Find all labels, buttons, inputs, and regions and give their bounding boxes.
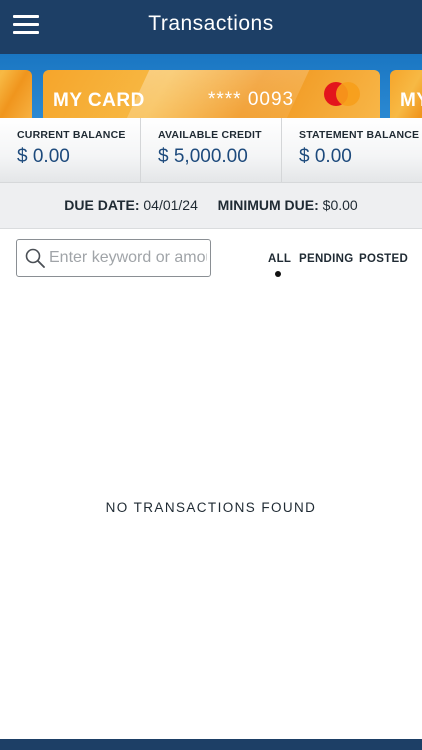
current-balance-value: $ 0.00 bbox=[17, 146, 70, 167]
statement-balance-value: $ 0.00 bbox=[299, 146, 352, 167]
available-credit-label: AVAILABLE CREDIT bbox=[158, 129, 262, 141]
empty-state-message: NO TRANSACTIONS FOUND bbox=[105, 500, 317, 515]
minimum-due-label: MINIMUM DUE: bbox=[217, 197, 319, 213]
filter-tabs: ALL PENDING POSTED bbox=[0, 253, 422, 283]
card-carousel[interactable]: MY CARD **** 0093 MY bbox=[0, 54, 422, 118]
app-header: Transactions bbox=[0, 0, 422, 54]
available-credit: AVAILABLE CREDIT $ 5,000.00 bbox=[140, 118, 281, 182]
statement-balance: STATEMENT BALANCE $ 0.00 bbox=[281, 118, 422, 182]
card-name-partial: MY bbox=[400, 90, 422, 111]
card-left-partial[interactable] bbox=[0, 70, 32, 118]
due-date-value: 04/01/24 bbox=[143, 197, 198, 213]
mastercard-logo-icon bbox=[324, 82, 360, 106]
card-main[interactable]: MY CARD **** 0093 bbox=[43, 70, 380, 118]
balance-summary: CURRENT BALANCE $ 0.00 AVAILABLE CREDIT … bbox=[0, 118, 422, 183]
statement-balance-label: STATEMENT BALANCE bbox=[299, 129, 420, 141]
filter-tab-all[interactable]: ALL bbox=[268, 253, 291, 265]
minimum-due-value: $0.00 bbox=[322, 197, 358, 213]
selected-filter-indicator bbox=[275, 271, 281, 277]
bottom-bar bbox=[0, 739, 422, 750]
current-balance: CURRENT BALANCE $ 0.00 bbox=[0, 118, 140, 182]
due-info: DUE DATE: 04/01/24 MINIMUM DUE: $0.00 bbox=[0, 183, 422, 229]
filter-tab-posted[interactable]: POSTED bbox=[359, 253, 408, 265]
due-date-label: DUE DATE: bbox=[64, 197, 140, 213]
card-number: **** 0093 bbox=[208, 89, 295, 110]
filter-tab-pending[interactable]: PENDING bbox=[299, 253, 354, 265]
current-balance-label: CURRENT BALANCE bbox=[17, 129, 126, 141]
page-title: Transactions bbox=[148, 12, 274, 35]
available-credit-value: $ 5,000.00 bbox=[158, 146, 248, 167]
card-right-partial[interactable]: MY bbox=[390, 70, 422, 118]
card-name: MY CARD bbox=[53, 90, 145, 111]
